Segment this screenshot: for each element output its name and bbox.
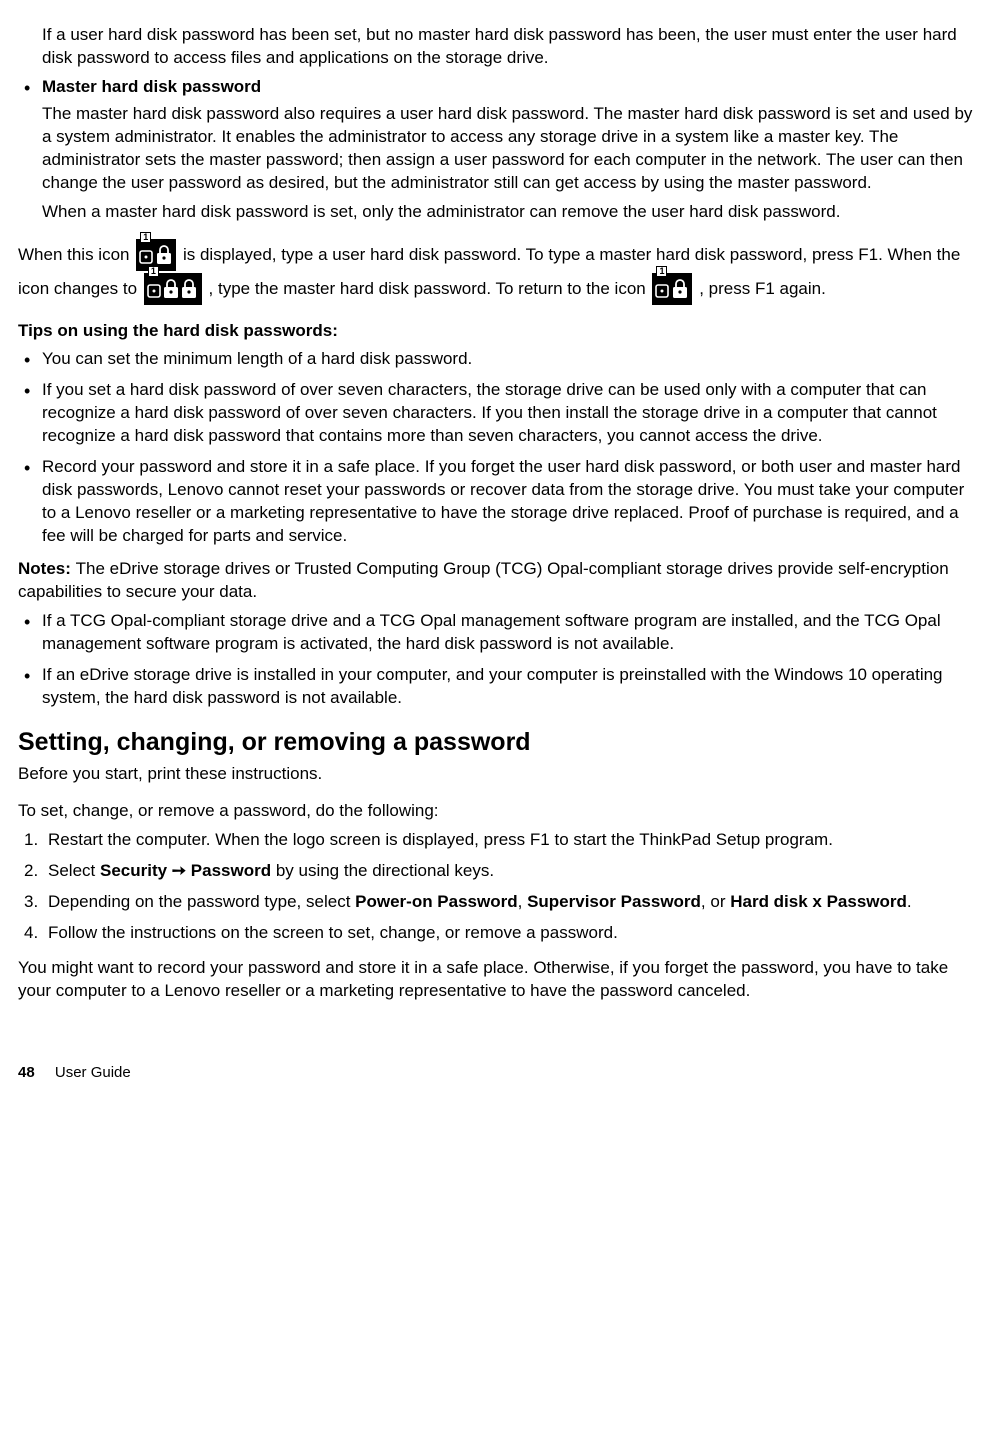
step2-security: Security (100, 861, 167, 880)
icon-text-4: , press F1 again. (699, 279, 826, 298)
steps-list: Restart the computer. When the logo scre… (18, 829, 982, 945)
arrow-icon: ➙ (167, 861, 191, 880)
notes-intro: The eDrive storage drives or Trusted Com… (18, 559, 949, 601)
tips-list: You can set the minimum length of a hard… (18, 348, 982, 548)
step3-sep2: , or (701, 892, 730, 911)
icon-text-1: When this icon (18, 245, 134, 264)
tips-heading: Tips on using the hard disk passwords: (18, 320, 982, 343)
step3-supervisor: Supervisor Password (527, 892, 701, 911)
step3-harddisk: Hard disk x Password (730, 892, 907, 911)
step-item: Restart the computer. When the logo scre… (18, 829, 982, 852)
notes-paragraph: Notes: The eDrive storage drives or Trus… (18, 558, 982, 604)
step2-text-c: by using the directional keys. (271, 861, 494, 880)
section-lead: To set, change, or remove a password, do… (18, 800, 982, 823)
step2-password: Password (191, 861, 271, 880)
note-item: If a TCG Opal-compliant storage drive an… (18, 610, 982, 656)
icon-instruction-paragraph: When this icon 1 is displayed, type a us… (18, 238, 982, 306)
tip-item: Record your password and store it in a s… (18, 456, 982, 548)
user-hdd-password-icon-2: 1 (652, 273, 692, 305)
icon-text-3: , type the master hard disk password. To… (209, 279, 651, 298)
tip-item: You can set the minimum length of a hard… (18, 348, 982, 371)
master-pw-heading: Master hard disk password (42, 77, 261, 96)
step-item: Select Security ➙ Password by using the … (18, 860, 982, 883)
footer-title: User Guide (55, 1064, 131, 1081)
step3-poweron: Power-on Password (355, 892, 517, 911)
closing-paragraph: You might want to record your password a… (18, 957, 982, 1003)
step3-sep1: , (518, 892, 527, 911)
step-item: Follow the instructions on the screen to… (18, 922, 982, 945)
intro-paragraph: If a user hard disk password has been se… (42, 24, 982, 70)
page-content: If a user hard disk password has been se… (18, 24, 982, 1003)
section-intro: Before you start, print these instructio… (18, 763, 982, 786)
step2-text-a: Select (48, 861, 100, 880)
master-pw-p2: When a master hard disk password is set,… (42, 201, 982, 224)
master-pw-list: Master hard disk password The master har… (18, 76, 982, 224)
master-pw-item: Master hard disk password The master har… (18, 76, 982, 224)
master-hdd-password-icon: 1 (144, 273, 202, 305)
notes-label: Notes: (18, 559, 76, 578)
tip-item: If you set a hard disk password of over … (18, 379, 982, 448)
step3-end: . (907, 892, 912, 911)
note-item: If an eDrive storage drive is installed … (18, 664, 982, 710)
step-item: Depending on the password type, select P… (18, 891, 982, 914)
notes-list: If a TCG Opal-compliant storage drive an… (18, 610, 982, 710)
section-heading: Setting, changing, or removing a passwor… (18, 726, 982, 760)
page-footer: 48 User Guide (18, 1063, 982, 1083)
master-pw-p1: The master hard disk password also requi… (42, 103, 982, 195)
page-number: 48 (18, 1064, 35, 1081)
step3-text-a: Depending on the password type, select (48, 892, 355, 911)
